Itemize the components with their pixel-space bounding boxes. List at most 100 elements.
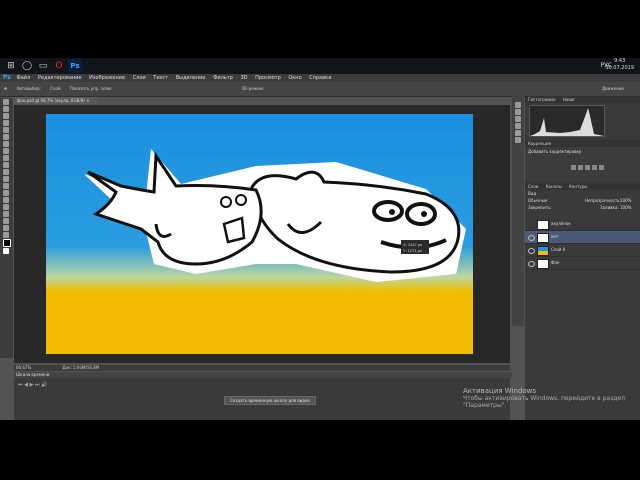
character-panel-icon[interactable] [515, 130, 521, 136]
blend-row: Обычные Непрозрачность: 100% [525, 197, 640, 204]
zoom-level[interactable]: 66,67% [16, 365, 31, 370]
whale-pupil-left [389, 209, 395, 215]
shape-tool-icon[interactable] [3, 218, 9, 224]
brush-tool-icon[interactable] [3, 148, 9, 154]
dodge-tool-icon[interactable] [3, 190, 9, 196]
foreground-color-swatch[interactable] [3, 239, 11, 247]
menu-filter[interactable]: Фильтр [213, 74, 233, 82]
shark-eye-right [235, 194, 247, 206]
paragraph-panel-icon[interactable] [515, 137, 521, 143]
background-color-swatch[interactable] [3, 248, 9, 254]
menu-edit[interactable]: Редактирование [38, 74, 82, 82]
adjustments-tabs: Коррекция [525, 140, 640, 147]
type-tool-icon[interactable] [3, 204, 9, 210]
pen-tool-icon[interactable] [3, 197, 9, 203]
show-transform-controls[interactable]: Показать упр. элем. [70, 86, 112, 91]
playback-controls-icon[interactable]: ⏮ ◀ ▶ ⏭ 🔊 [18, 382, 47, 388]
layer-thumbnail [537, 246, 549, 256]
document-tab[interactable]: фон.psd @ 66,7% (акула, RGB/8) × [14, 97, 97, 104]
eyedropper-tool-icon[interactable] [3, 134, 9, 140]
curves-icon[interactable] [585, 165, 590, 170]
tab-paths[interactable]: Контуры [569, 184, 587, 189]
layer-filter-kind[interactable]: Вид [525, 190, 640, 197]
exposure-icon[interactable] [592, 165, 597, 170]
auto-select-mode[interactable]: Слой [50, 86, 60, 91]
layer-row[interactable]: Фон [525, 257, 640, 270]
quick-select-tool-icon[interactable] [3, 120, 9, 126]
photoshop-logo: Ps [3, 74, 11, 81]
tab-channels[interactable]: Каналы [546, 184, 562, 189]
histogram-curve [530, 108, 604, 136]
task-view-icon[interactable]: ▭ [36, 59, 50, 73]
tab-navigator[interactable]: Навиг [563, 97, 576, 102]
layer-row[interactable]: акулёнок [525, 218, 640, 231]
fill-value[interactable]: 100% [620, 205, 631, 210]
layer-name: Фон [551, 260, 560, 265]
menu-file[interactable]: Файл [16, 74, 30, 82]
tab-adjustments[interactable]: Коррекция [528, 141, 551, 146]
menu-layers[interactable]: Слои [133, 74, 146, 82]
3d-mode-label: 3D-режим: [241, 86, 265, 91]
path-select-tool-icon[interactable] [3, 211, 9, 217]
brush-panel-icon[interactable] [515, 123, 521, 129]
workspace-select[interactable]: Движение [602, 82, 624, 96]
visibility-eye-icon[interactable] [528, 222, 535, 228]
properties-panel-icon[interactable] [515, 116, 521, 122]
actions-panel-icon[interactable] [515, 109, 521, 115]
move-tool-icon[interactable] [3, 99, 9, 105]
visibility-eye-icon[interactable] [528, 261, 535, 267]
visibility-eye-icon[interactable] [528, 235, 535, 241]
layer-thumbnail [537, 259, 549, 269]
layer-name: акулёнок [551, 221, 571, 226]
fill-label: Заливка: [600, 205, 619, 210]
visibility-eye-icon[interactable] [528, 248, 535, 254]
marquee-tool-icon[interactable] [3, 106, 9, 112]
adjustments-panel: Коррекция Добавить корректировку [525, 140, 640, 208]
start-icon[interactable]: ⊞ [4, 59, 18, 73]
clock[interactable]: 9:43 30.07.2019 [605, 58, 634, 72]
photoshop-icon[interactable]: Ps [68, 59, 82, 73]
auto-select-checkbox[interactable]: Автовыбор: [17, 86, 41, 91]
photoshop-window: Ps Файл Редактирование Изображение Слои … [0, 74, 640, 420]
blur-tool-icon[interactable] [3, 183, 9, 189]
menu-help[interactable]: Справка [309, 74, 331, 82]
tab-histogram[interactable]: Гистограмма [528, 97, 556, 102]
crop-tool-icon[interactable] [3, 127, 9, 133]
layer-row[interactable]: Слой 0 [525, 244, 640, 257]
cursor-tooltip-x: X: 1347 px [403, 242, 422, 247]
layer-row-selected[interactable]: кит [525, 231, 640, 244]
menu-3d[interactable]: 3D [240, 74, 247, 82]
tab-layers[interactable]: Слои [528, 184, 538, 189]
history-brush-tool-icon[interactable] [3, 162, 9, 168]
cortana-icon[interactable]: ◯ [20, 59, 34, 73]
layer-name: кит [551, 234, 559, 239]
blend-mode-select[interactable]: Обычные [528, 198, 547, 203]
document-size[interactable]: Док: 5,93M/56,8M [63, 365, 100, 370]
hand-tool-icon[interactable] [3, 225, 9, 231]
lasso-tool-icon[interactable] [3, 113, 9, 119]
layer-name: Слой 0 [551, 247, 566, 252]
menu-window[interactable]: Окно [288, 74, 301, 82]
history-panel-icon[interactable] [515, 102, 521, 108]
opera-icon[interactable]: O [52, 59, 66, 73]
create-video-timeline-button[interactable]: Создать временную шкалу для видео [224, 396, 316, 405]
brightness-contrast-icon[interactable] [571, 165, 576, 170]
menu-image[interactable]: Изображение [89, 74, 125, 82]
healing-brush-tool-icon[interactable] [3, 141, 9, 147]
histogram-tabs: Гистограмма Навиг [525, 96, 640, 103]
lock-label: Закрепить: [528, 205, 552, 210]
clone-stamp-tool-icon[interactable] [3, 155, 9, 161]
vibrance-icon[interactable] [599, 165, 604, 170]
clock-date: 30.07.2019 [605, 65, 634, 71]
menu-select[interactable]: Выделение [176, 74, 206, 82]
zoom-tool-icon[interactable] [3, 232, 9, 238]
menu-type[interactable]: Текст [153, 74, 168, 82]
menu-view[interactable]: Просмотр [255, 74, 281, 82]
document-canvas[interactable]: X: 1347 px Y: 1271 px [46, 114, 473, 354]
move-tool-icon[interactable]: ✥ [4, 86, 7, 91]
layers-tabs: Слои Каналы Контуры [525, 183, 640, 190]
gradient-tool-icon[interactable] [3, 176, 9, 182]
levels-icon[interactable] [578, 165, 583, 170]
eraser-tool-icon[interactable] [3, 169, 9, 175]
opacity-value[interactable]: 100% [620, 198, 631, 203]
